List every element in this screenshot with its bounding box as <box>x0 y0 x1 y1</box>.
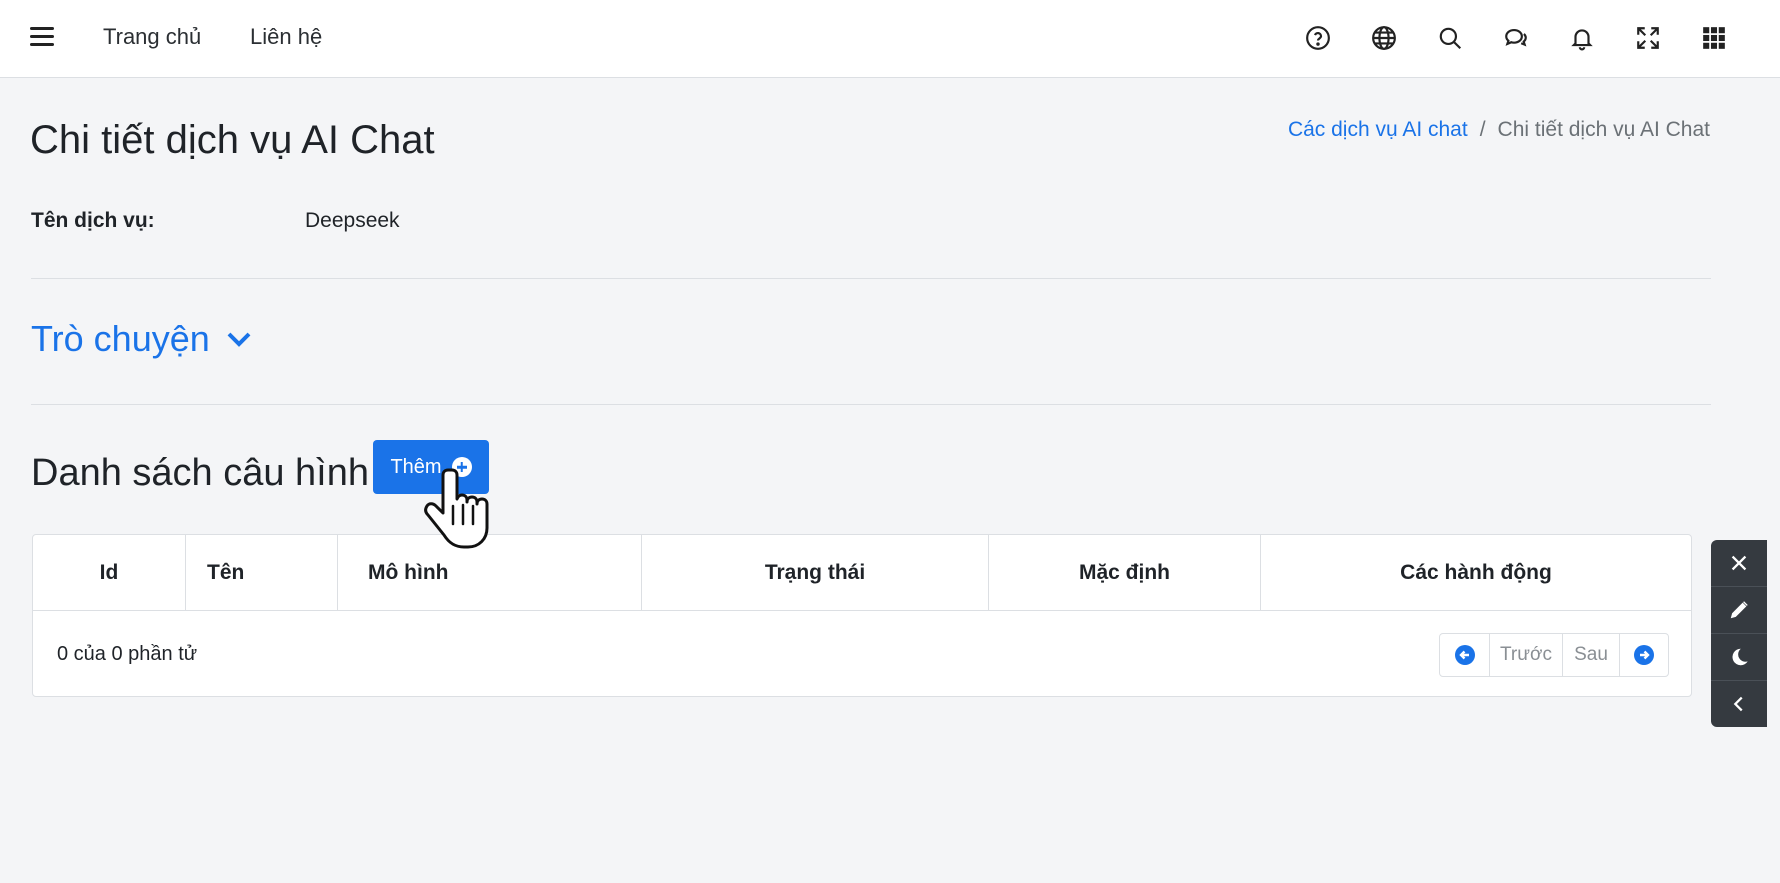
breadcrumb-current: Chi tiết dịch vụ AI Chat <box>1497 118 1710 141</box>
config-table: Id Tên Mô hình Trạng thái Mặc định Các h… <box>32 534 1692 697</box>
chevron-left-icon <box>1733 696 1743 712</box>
apps-grid-icon[interactable] <box>1696 20 1732 56</box>
bell-icon[interactable] <box>1564 20 1600 56</box>
help-icon[interactable] <box>1300 20 1336 56</box>
hand-cursor-icon <box>424 468 489 549</box>
nav-link-home[interactable]: Trang chủ <box>103 24 201 50</box>
next-page-label[interactable]: Sau <box>1563 634 1620 676</box>
arrow-right-icon <box>1634 645 1654 665</box>
page-title: Chi tiết dịch vụ AI Chat <box>30 118 435 162</box>
search-icon[interactable] <box>1432 20 1468 56</box>
floating-toolbar <box>1711 540 1767 727</box>
globe-icon[interactable] <box>1366 20 1402 56</box>
chat-section-toggle[interactable]: Trò chuyện <box>31 318 254 360</box>
close-icon <box>1731 555 1747 571</box>
table-header-row: Id Tên Mô hình Trạng thái Mặc định Các h… <box>33 535 1691 611</box>
chevron-down-icon <box>227 332 251 347</box>
moon-icon <box>1732 648 1748 666</box>
breadcrumb-parent-link[interactable]: Các dịch vụ AI chat <box>1288 118 1468 142</box>
service-name-value: Deepseek <box>305 209 400 232</box>
column-header-actions[interactable]: Các hành động <box>1261 535 1691 611</box>
pencil-icon <box>1730 601 1748 619</box>
edit-button[interactable] <box>1711 587 1767 634</box>
next-page-button[interactable] <box>1620 634 1668 676</box>
breadcrumb: Các dịch vụ AI chat / Chi tiết dịch vụ A… <box>1288 118 1710 142</box>
column-header-id[interactable]: Id <box>33 535 186 611</box>
dark-mode-toggle[interactable] <box>1711 634 1767 681</box>
config-list-title: Danh sách câu hình <box>31 452 370 494</box>
navbar-icon-group <box>1300 20 1732 56</box>
column-header-default[interactable]: Mặc định <box>989 535 1261 611</box>
row-count-text: 0 của 0 phần tử <box>57 643 198 665</box>
prev-page-button[interactable] <box>1440 634 1490 676</box>
pagination: Trước Sau <box>1439 633 1669 677</box>
service-name-label: Tên dịch vụ: <box>31 209 155 232</box>
nav-link-contact[interactable]: Liên hệ <box>250 24 322 50</box>
chat-icon[interactable] <box>1498 20 1534 56</box>
column-header-name[interactable]: Tên <box>186 535 338 611</box>
divider <box>31 278 1711 279</box>
menu-icon[interactable] <box>30 27 54 49</box>
divider <box>31 404 1711 405</box>
chat-section-label: Trò chuyện <box>31 318 210 359</box>
close-toolbar-button[interactable] <box>1711 540 1767 587</box>
fullscreen-icon[interactable] <box>1630 20 1666 56</box>
collapse-toolbar-button[interactable] <box>1711 681 1767 727</box>
column-header-status[interactable]: Trạng thái <box>642 535 989 611</box>
top-navbar: Trang chủ Liên hệ <box>0 0 1780 78</box>
prev-page-label[interactable]: Trước <box>1490 634 1563 676</box>
arrow-left-icon <box>1454 645 1475 665</box>
breadcrumb-separator: / <box>1479 118 1486 141</box>
